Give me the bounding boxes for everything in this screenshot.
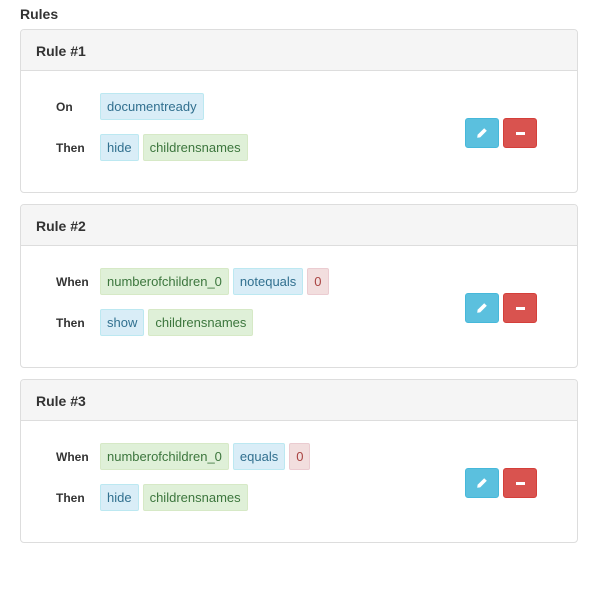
row-label: On: [56, 100, 73, 114]
row-label: Then: [56, 141, 85, 155]
rule-body: On documentready Then hide childrensname…: [21, 71, 577, 192]
tag-target: childrensnames: [148, 309, 254, 336]
rule-panel: Rule #1 On documentready Then hide child…: [20, 29, 578, 193]
pencil-icon: [477, 303, 487, 313]
tag-operator: notequals: [232, 268, 304, 295]
rule-title: Rule #3: [21, 380, 577, 421]
tag-action: hide: [100, 484, 139, 511]
row-label: When: [56, 275, 89, 289]
edit-rule-button[interactable]: [465, 468, 499, 498]
tag-action: show: [100, 309, 145, 336]
rule-panel: Rule #2 When numberofchildren_0 notequal…: [20, 204, 578, 368]
minus-icon: [515, 481, 525, 485]
tag-event: documentready: [100, 93, 204, 120]
tag-target: childrensnames: [142, 134, 248, 161]
remove-rule-button[interactable]: [503, 468, 537, 498]
tag-variable: numberofchildren_0: [100, 268, 229, 295]
edit-rule-button[interactable]: [465, 293, 499, 323]
remove-rule-button[interactable]: [503, 118, 537, 148]
minus-icon: [515, 131, 525, 135]
row-label: Then: [56, 491, 85, 505]
remove-rule-button[interactable]: [503, 293, 537, 323]
tag-operator: equals: [232, 443, 286, 470]
pencil-icon: [477, 478, 487, 488]
row-label: Then: [56, 316, 85, 330]
minus-icon: [515, 306, 525, 310]
rule-title: Rule #1: [21, 30, 577, 71]
tag-value: 0: [307, 268, 329, 295]
row-label: When: [56, 450, 89, 464]
rule-body: When numberofchildren_0 notequals 0 Then…: [21, 246, 577, 367]
rule-panel: Rule #3 When numberofchildren_0 equals 0…: [20, 379, 578, 543]
tag-variable: numberofchildren_0: [100, 443, 229, 470]
rules-page: Rules Rule #1 On documentready Then hide…: [0, 0, 597, 601]
section-title: Rules: [20, 6, 59, 22]
rule-title: Rule #2: [21, 205, 577, 246]
pencil-icon: [477, 128, 487, 138]
tag-target: childrensnames: [142, 484, 248, 511]
edit-rule-button[interactable]: [465, 118, 499, 148]
tag-action: hide: [100, 134, 139, 161]
rule-body: When numberofchildren_0 equals 0 Then hi…: [21, 421, 577, 542]
tag-value: 0: [289, 443, 311, 470]
